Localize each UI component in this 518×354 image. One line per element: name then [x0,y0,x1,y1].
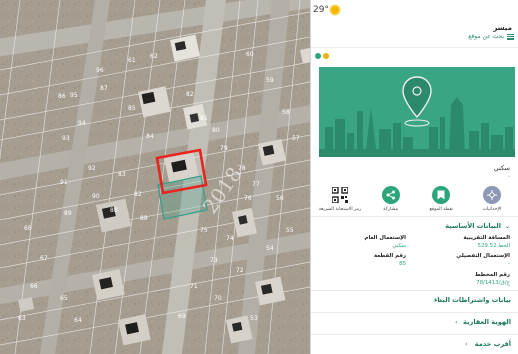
land-use-category: سكني [493,164,510,172]
parcel-number-label: 67 [40,255,48,262]
parcel-number-label: 85 [128,105,136,112]
parcel-number-value: 85 [399,261,406,267]
parcel-number-label: 83 [118,171,126,178]
detailed-use-value: - [508,261,510,267]
search-input[interactable]: بحث عن موقع [468,33,504,40]
share-label: مشاركة [383,207,399,212]
parcel-number-label: 61 [128,57,136,64]
share-button[interactable]: مشاركة [372,186,410,212]
parcel-number-label: 74 [226,235,234,242]
parcel-number-label: 71 [190,283,198,290]
parcel-number-label: 78 [238,165,246,172]
parcel-number-label: 55 [286,227,294,234]
nearest-service-title: أقرب خدمة [474,340,511,348]
parcel-number-label: 73 [210,257,218,264]
parcel-number-label: رقم القطعة [373,253,406,259]
parcel-number-label: 62 [150,53,158,60]
parcel-number-label: 66 [30,283,38,290]
basic-info-title: البيانات الأساسية [445,222,501,230]
hamburger-icon[interactable] [507,33,514,40]
parcel-number-label: 70 [214,295,222,302]
qr-code-icon [331,186,349,204]
parcel-number-label: 89 [64,210,72,217]
satellite-map[interactable]: 96 95 94 93 92 91 90 89 88 88 87 86 85 84 83 82 82 81 80 79… [0,0,310,354]
coordinates-label: الإحداثيات [482,207,502,212]
bookmark-icon [432,186,451,204]
parcel-number-label: 86 [58,93,66,100]
map-canvas[interactable]: 96 95 94 93 92 91 90 89 88 88 87 86 85 84 83 82 82 81 80 79… [0,0,310,354]
temperature: 29° [313,5,329,15]
minimize-panel-button[interactable] [323,53,329,59]
parcel-number-label: 92 [88,165,96,172]
parcel-number-label: 81 [200,115,208,122]
save-location-label: نقطة الموقع [429,207,454,212]
parcel-number-label: 87 [100,85,108,92]
app-title: ميسر [493,24,512,32]
coordinates-icon [482,186,501,204]
parcel-number-label: 90 [92,193,100,200]
parcel-number-label: 58 [282,109,290,116]
land-use-subcategory: - [507,173,510,180]
property-identity-section[interactable]: ‹ الهوية العقارية [311,312,518,334]
parcel-number-label: 80 [212,127,220,134]
parcel-number-label: 59 [266,77,274,84]
parcel-number-label: 60 [246,51,254,58]
share-icon [381,186,400,204]
parcel-number-label: 69 [178,313,186,320]
parcel-number-label: 68 [24,225,32,232]
distance-value: الخط 529.52 [477,243,510,249]
panel-topbar: 29° ميسر بحث عن موقع [311,0,518,48]
parcel-number-label: 93 [62,135,70,142]
qr-code-button[interactable]: رمز الاستجابة السريعة [318,186,362,212]
parcel-number-label: 76 [244,195,252,202]
search-bar[interactable]: بحث عن موقع [468,33,514,40]
basic-info-header[interactable]: البيانات الأساسية ⌄ [445,222,510,230]
expand-panel-button[interactable] [315,53,321,59]
divider [311,216,518,217]
save-location-button[interactable]: نقطة الموقع [422,186,460,212]
parcel-number-label: 95 [70,92,78,99]
detailed-use-label: الإستعمال التفصيلي [456,253,510,259]
parcel-number-label: 79 [220,145,228,152]
general-use-label: الإستعمال العام [364,235,407,241]
building-regulations-title: بيانات واشتراطات البناء [434,296,511,304]
parcel-number-label: 77 [252,181,260,188]
plan-number-value: 78/1413/ج/ق [476,280,510,286]
parcel-number-label: 72 [236,267,244,274]
sun-icon [330,6,339,14]
chevron-left-icon: ‹ [455,318,458,326]
qr-code-label: رمز الاستجابة السريعة [318,207,362,212]
distance-label: المسافة التقريبية [463,235,510,241]
parcel-number-label: 75 [200,227,208,234]
parcel-number-label: 91 [60,179,68,186]
parcel-number-label: 82 [186,91,194,98]
parcel-number-label: 88 [140,215,148,222]
plan-number-label: رقم المخطط [474,272,510,278]
parcel-number-label: 53 [250,315,258,322]
parcel-number-label: 63 [18,315,26,322]
nearest-service-section[interactable]: ‹ أقرب خدمة [311,334,518,354]
parcel-info-panel: 29° ميسر بحث عن موقع سكني - رمز الاستجاب… [310,0,518,354]
chevron-left-icon: ‹ [465,340,468,348]
property-identity-title: الهوية العقارية [463,318,511,326]
parcel-number-label: 96 [96,67,104,74]
parcel-number-label: 84 [146,133,154,140]
parcel-number-label: 94 [78,120,86,127]
parcel-number-label: 54 [266,245,274,252]
weather-widget: 29° [313,5,339,15]
parcel-number-label: 57 [292,135,300,142]
building-regulations-section[interactable]: ‹ بيانات واشتراطات البناء [311,290,518,312]
parcel-number-label: 65 [60,295,68,302]
action-bar: رمز الاستجابة السريعة مشاركة نقطة الموقع… [318,186,511,212]
general-use-value: سكني [392,243,406,249]
coordinates-button[interactable]: الإحداثيات [473,186,511,212]
parcel-number-label: 56 [276,195,284,202]
parcel-number-label: 82 [134,191,142,198]
parcel-number-label: 88 [110,207,118,214]
location-pin-icon [402,76,432,127]
chevron-down-icon: ⌄ [504,223,510,230]
hero-image [319,67,515,157]
parcel-number-label: 64 [74,317,82,324]
